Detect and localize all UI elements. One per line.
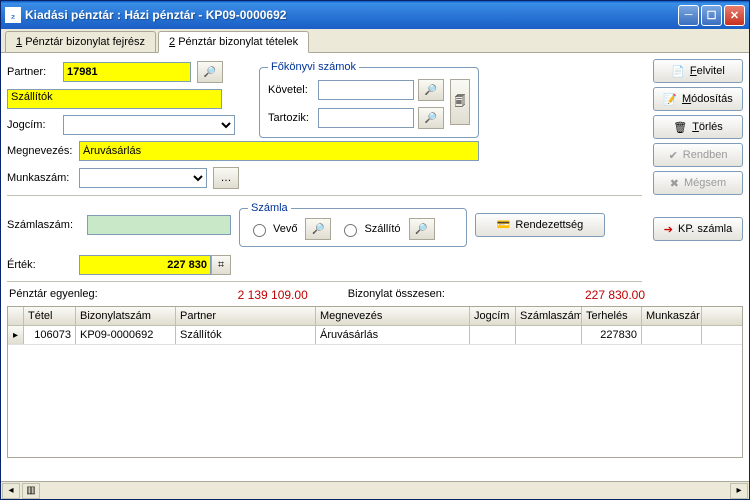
col-terheles[interactable]: Terhelés <box>582 307 642 325</box>
statusbar-segment[interactable]: ▥ <box>22 483 40 499</box>
tartozik-input[interactable] <box>318 108 414 128</box>
trash-icon: 🗑 <box>673 121 687 134</box>
megnevezes-label: Megnevezés: <box>7 145 79 157</box>
megnevezes-input[interactable] <box>79 141 479 161</box>
szamlaszam-input[interactable] <box>87 215 231 235</box>
modositas-button[interactable]: 📝 Módosítás <box>653 87 743 111</box>
calculator-icon: ⌗ <box>218 259 224 272</box>
partner-input[interactable] <box>63 62 191 82</box>
lookup-icon: 🔎 <box>425 113 437 124</box>
lookup-icon: 🔎 <box>415 224 427 235</box>
lookup-icon: 🔎 <box>312 224 324 235</box>
ertek-input[interactable] <box>79 255 211 275</box>
tab-fejresz[interactable]: 1 Pénztár bizonylat fejrész <box>5 31 156 52</box>
arrow-right-icon: ➔ <box>664 223 673 236</box>
col-szamlaszam[interactable]: Számlaszám <box>516 307 582 325</box>
minimize-button[interactable]: ─ <box>678 5 699 26</box>
bizonylat-osszesen-label: Bizonylat összesen: <box>348 288 445 300</box>
row-indicator-icon: ▸ <box>8 326 24 344</box>
tartozik-label: Tartozik: <box>268 112 318 124</box>
szallito-lookup-button[interactable]: 🔎 <box>409 218 435 240</box>
szallito-radio[interactable]: Szállító <box>339 221 400 237</box>
items-grid[interactable]: Tétel Bizonylatszám Partner Megnevezés J… <box>7 306 743 458</box>
partner-name-display: Szállítók <box>7 89 222 109</box>
maximize-button[interactable]: ☐ <box>701 5 722 26</box>
ellipsis-icon: … <box>221 172 232 184</box>
cancel-icon: ✖ <box>670 177 679 190</box>
kovetel-label: Követel: <box>268 84 318 96</box>
scroll-left-button[interactable]: ◂ <box>2 483 20 499</box>
col-partner[interactable]: Partner <box>176 307 316 325</box>
megsem-button: ✖ Mégsem <box>653 171 743 195</box>
vevo-lookup-button[interactable]: 🔎 <box>305 218 331 240</box>
app-icon: ₂ <box>5 7 21 23</box>
penztar-egyenleg-value: 2 139 109.00 <box>238 288 308 302</box>
invoice-fieldset: Számla Vevő 🔎 Szállító 🔎 <box>239 202 467 247</box>
szamlaszam-label: Számlaszám: <box>7 219 79 231</box>
col-munkaszam[interactable]: Munkaszár <box>642 307 702 325</box>
scroll-right-button[interactable]: ▸ <box>730 483 748 499</box>
rendezettseg-button[interactable]: 💳 Rendezettség <box>475 213 605 237</box>
table-row[interactable]: ▸ 106073 KP09-0000692 Szállítók Áruvásár… <box>8 326 742 345</box>
jogcim-select[interactable] <box>63 115 235 135</box>
invoice-legend: Számla <box>248 202 291 214</box>
close-button[interactable]: ✕ <box>724 5 745 26</box>
ertek-calc-button[interactable]: ⌗ <box>211 255 231 275</box>
ledger-legend: Főkönyvi számok <box>268 61 359 73</box>
rendben-button: ✔ Rendben <box>653 143 743 167</box>
tab-tetelek[interactable]: 2 Pénztár bizonylat tételek <box>158 31 309 53</box>
payment-icon: 💳 <box>497 218 511 231</box>
window-title: Kiadási pénztár : Házi pénztár - KP09-00… <box>25 8 678 22</box>
ledger-fieldset: Főkönyvi számok Követel: 🔎 Tartozik: <box>259 61 479 138</box>
col-bizonylatszam[interactable]: Bizonylatszám <box>76 307 176 325</box>
col-jogcim[interactable]: Jogcím <box>470 307 516 325</box>
copy-icon: 🗐 <box>455 93 466 112</box>
kovetel-lookup-button[interactable]: 🔎 <box>418 79 444 101</box>
col-megnevezes[interactable]: Megnevezés <box>316 307 470 325</box>
check-icon: ✔ <box>669 149 678 162</box>
statusbar: ◂ ▥ ▸ <box>1 481 749 499</box>
tab-strip: 1 Pénztár bizonylat fejrész 2 Pénztár bi… <box>1 29 749 53</box>
kovetel-input[interactable] <box>318 80 414 100</box>
col-tetel[interactable]: Tétel <box>24 307 76 325</box>
felvitel-button[interactable]: 📄 Felvitel <box>653 59 743 83</box>
lookup-icon: 🔎 <box>425 85 437 96</box>
ledger-copy-button[interactable]: 🗐 <box>450 79 470 125</box>
penztar-egyenleg-label: Pénztár egyenleg: <box>9 288 98 300</box>
jogcim-label: Jogcím: <box>7 119 63 131</box>
partner-lookup-button[interactable]: 🔎 <box>197 61 223 83</box>
munkaszam-more-button[interactable]: … <box>213 167 239 189</box>
partner-label: Partner: <box>7 66 63 78</box>
titlebar: ₂ Kiadási pénztár : Házi pénztár - KP09-… <box>1 1 749 29</box>
munkaszam-select[interactable] <box>79 168 207 188</box>
edit-icon: 📝 <box>663 93 677 106</box>
tartozik-lookup-button[interactable]: 🔎 <box>418 107 444 129</box>
kpszamla-button[interactable]: ➔ KP. számla <box>653 217 743 241</box>
ertek-label: Érték: <box>7 259 79 271</box>
lookup-icon: 🔎 <box>204 67 216 78</box>
munkaszam-label: Munkaszám: <box>7 172 79 184</box>
vevo-radio[interactable]: Vevő <box>248 221 297 237</box>
bizonylat-osszesen-value: 227 830.00 <box>585 288 645 302</box>
torles-button[interactable]: 🗑 Törlés <box>653 115 743 139</box>
document-icon: 📄 <box>671 65 685 78</box>
